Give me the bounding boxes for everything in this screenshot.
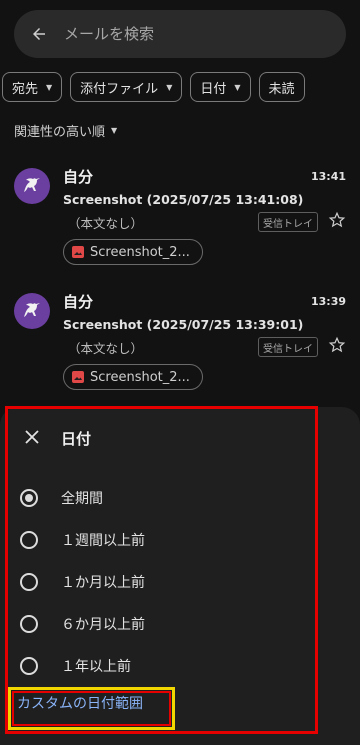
chip-unread[interactable]: 未読 — [258, 72, 305, 102]
chip-label: 未読 — [268, 81, 295, 97]
chip-label: 宛先 — [12, 81, 39, 97]
option-6-months[interactable]: ６か月以上前 — [0, 604, 360, 644]
radio-unselected-icon[interactable] — [20, 531, 38, 549]
option-label: ６か月以上前 — [61, 617, 145, 633]
attachment-chip[interactable]: Screenshot_2... — [63, 239, 203, 265]
email-time: 13:41 — [310, 170, 346, 183]
sheet-title: 日付 — [61, 430, 92, 448]
email-snippet: （本文なし） — [68, 216, 144, 231]
option-1-year[interactable]: １年以上前 — [0, 646, 360, 686]
pegasus-icon — [24, 303, 40, 317]
arrow-left-icon[interactable] — [28, 23, 50, 45]
filter-chips: 宛先 ▼ 添付ファイル ▼ 日付 ▼ 未読 — [2, 72, 305, 102]
option-all-time[interactable]: 全期間 — [0, 478, 360, 518]
search-bar[interactable] — [14, 10, 346, 58]
email-subject: Screenshot (2025/07/25 13:39:01) — [63, 317, 304, 332]
email-subject: Screenshot (2025/07/25 13:41:08) — [63, 192, 304, 207]
caret-down-icon: ▼ — [234, 82, 241, 92]
chip-label: 添付ファイル — [80, 81, 159, 97]
image-file-icon — [72, 246, 84, 258]
sort-selector[interactable]: 関連性の高い順 ▼ — [14, 121, 117, 140]
sort-label: 関連性の高い順 — [14, 125, 106, 140]
option-label: １か月以上前 — [61, 575, 145, 591]
star-icon[interactable] — [328, 336, 346, 354]
avatar[interactable] — [14, 293, 50, 329]
caret-down-icon: ▼ — [46, 82, 53, 92]
pegasus-icon — [24, 178, 40, 192]
attachment-name: Screenshot_2... — [90, 244, 190, 260]
search-input[interactable] — [62, 24, 316, 44]
email-time: 13:39 — [310, 295, 346, 308]
caret-down-icon: ▼ — [111, 126, 118, 135]
option-1-week[interactable]: １週間以上前 — [0, 520, 360, 560]
inbox-label-badge: 受信トレイ — [258, 212, 318, 232]
custom-date-range-link[interactable]: カスタムの日付範囲 — [14, 691, 146, 715]
radio-unselected-icon[interactable] — [20, 573, 38, 591]
radio-selected-icon[interactable] — [20, 489, 38, 507]
star-icon[interactable] — [328, 211, 346, 229]
option-label: １年以上前 — [61, 659, 131, 675]
email-row[interactable]: 自分 13:41 Screenshot (2025/07/25 13:41:08… — [0, 156, 360, 268]
sheet-header: 日付 — [0, 407, 360, 467]
avatar[interactable] — [14, 168, 50, 204]
chip-recipient[interactable]: 宛先 ▼ — [2, 72, 63, 102]
caret-down-icon: ▼ — [166, 82, 173, 92]
image-file-icon — [72, 371, 84, 383]
option-label: 全期間 — [61, 491, 103, 507]
email-sender: 自分 — [63, 168, 94, 186]
radio-unselected-icon[interactable] — [20, 615, 38, 633]
inbox-label-badge: 受信トレイ — [258, 337, 318, 357]
chip-attachment[interactable]: 添付ファイル ▼ — [70, 72, 183, 102]
close-icon[interactable] — [22, 427, 42, 447]
email-row[interactable]: 自分 13:39 Screenshot (2025/07/25 13:39:01… — [0, 281, 360, 393]
attachment-chip[interactable]: Screenshot_2... — [63, 364, 203, 390]
date-filter-sheet: 日付 全期間 １週間以上前 １か月以上前 ６か月以上前 １年以上前 カスタムの日… — [0, 407, 360, 745]
email-snippet: （本文なし） — [68, 341, 144, 356]
chip-label: 日付 — [200, 81, 227, 97]
radio-unselected-icon[interactable] — [20, 657, 38, 675]
email-sender: 自分 — [63, 293, 94, 311]
chip-date[interactable]: 日付 ▼ — [190, 72, 251, 102]
attachment-name: Screenshot_2... — [90, 369, 190, 385]
option-label: １週間以上前 — [61, 533, 145, 549]
option-1-month[interactable]: １か月以上前 — [0, 562, 360, 602]
